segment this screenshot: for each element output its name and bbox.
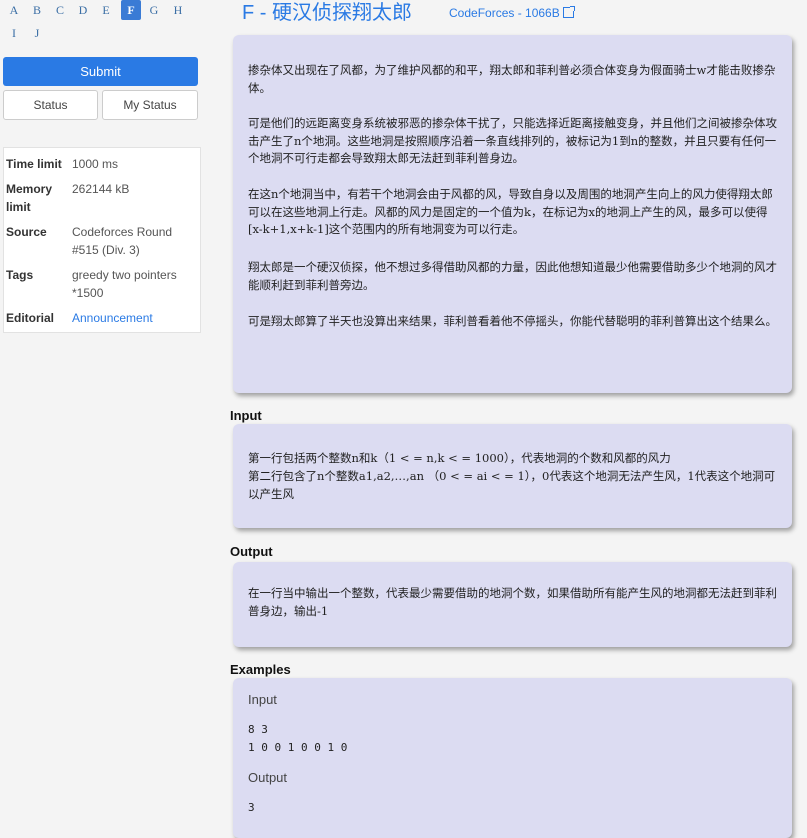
submit-button[interactable]: Submit <box>3 57 198 86</box>
examples-section-title: Examples <box>230 662 291 677</box>
input-section-title: Input <box>230 408 262 423</box>
problem-link-a[interactable]: A <box>4 0 24 20</box>
problem-link-d[interactable]: D <box>73 0 93 20</box>
time-limit-value: 1000 ms <box>72 157 119 171</box>
description-paragraph-1: 掺杂体又出现在了风都，为了维护风都的和平，翔太郎和菲利普必须合体变身为假面骑士w… <box>248 63 776 95</box>
description-panel: 掺杂体又出现在了风都，为了维护风都的和平，翔太郎和菲利普必须合体变身为假面骑士w… <box>233 35 792 393</box>
memory-limit-value: 262144 kB <box>72 182 130 196</box>
external-link-icon <box>562 6 575 18</box>
problem-link-i[interactable]: I <box>4 23 24 43</box>
example-output-label: Output <box>248 770 288 785</box>
description-paragraph-5: 可是翔太郎算了半天也没算出来结果，菲利普看着他不停摇头，你能代替聪明的菲利普算出… <box>248 314 777 328</box>
problem-link-g[interactable]: G <box>144 0 164 20</box>
problem-info-table: Time limit 1000 ms Memory limit 262144 k… <box>3 147 201 333</box>
source-value: Codeforces Round #515 (Div. 3) <box>72 225 173 257</box>
editorial-value: Announcement <box>72 309 196 327</box>
input-line-2: 第二行包含了n个整数a1,a2,…,an （0 < = ai < = 1），0代… <box>248 469 776 501</box>
source-link-text[interactable]: CodeForces - 1066B <box>449 6 560 20</box>
source-link[interactable]: CodeForces - 1066B <box>449 6 575 20</box>
problem-link-j[interactable]: J <box>27 23 47 43</box>
input-line-1: 第一行包括两个整数n和k（1 < = n,k < = 1000），代表地洞的个数… <box>248 451 671 465</box>
output-panel: 在一行当中输出一个整数，代表最少需要借助的地洞个数，如果借助所有能产生风的地洞都… <box>233 562 792 647</box>
problem-link-e[interactable]: E <box>96 0 116 20</box>
example-input-line-1: 8 3 <box>248 723 268 736</box>
problem-link-f[interactable]: F <box>121 0 141 20</box>
my-status-button[interactable]: My Status <box>102 90 198 120</box>
problem-link-h[interactable]: H <box>168 0 188 20</box>
example-output-line-1: 3 <box>248 801 255 814</box>
editorial-link[interactable]: Announcement <box>72 311 153 325</box>
output-section-title: Output <box>230 544 273 559</box>
description-paragraph-2: 可是他们的远距离变身系统被邪恶的掺杂体干扰了，只能选择近距离接触变身，并且他们之… <box>248 116 777 165</box>
examples-panel: Input 8 3 1 0 0 1 0 0 1 0 Output 3 <box>233 678 792 838</box>
problem-link-c[interactable]: C <box>50 0 70 20</box>
problem-title: F - 硬汉侦探翔太郎 <box>242 2 412 24</box>
tags-label: Tags <box>6 268 34 282</box>
status-button[interactable]: Status <box>3 90 98 120</box>
example-input-label: Input <box>248 692 277 707</box>
problem-link-b[interactable]: B <box>27 0 47 20</box>
editorial-label: Editorial <box>6 311 55 325</box>
tags-value: greedy two pointers *1500 <box>72 268 177 300</box>
time-limit-label: Time limit <box>6 157 62 171</box>
description-paragraph-4: 翔太郎是一个硬汉侦探，他不想过多得借助风都的力量，因此他想知道最少他需要借助多少… <box>248 260 777 292</box>
output-description: 在一行当中输出一个整数，代表最少需要借助的地洞个数，如果借助所有能产生风的地洞都… <box>248 586 777 618</box>
input-panel: 第一行包括两个整数n和k（1 < = n,k < = 1000），代表地洞的个数… <box>233 424 792 528</box>
example-input-line-2: 1 0 0 1 0 0 1 0 <box>248 741 348 754</box>
memory-limit-label: Memory limit <box>6 182 53 214</box>
source-label: Source <box>6 225 47 239</box>
description-paragraph-3: 在这n个地洞当中，有若干个地洞会由于风都的风，导致自身以及周围的地洞产生向上的风… <box>248 187 773 236</box>
